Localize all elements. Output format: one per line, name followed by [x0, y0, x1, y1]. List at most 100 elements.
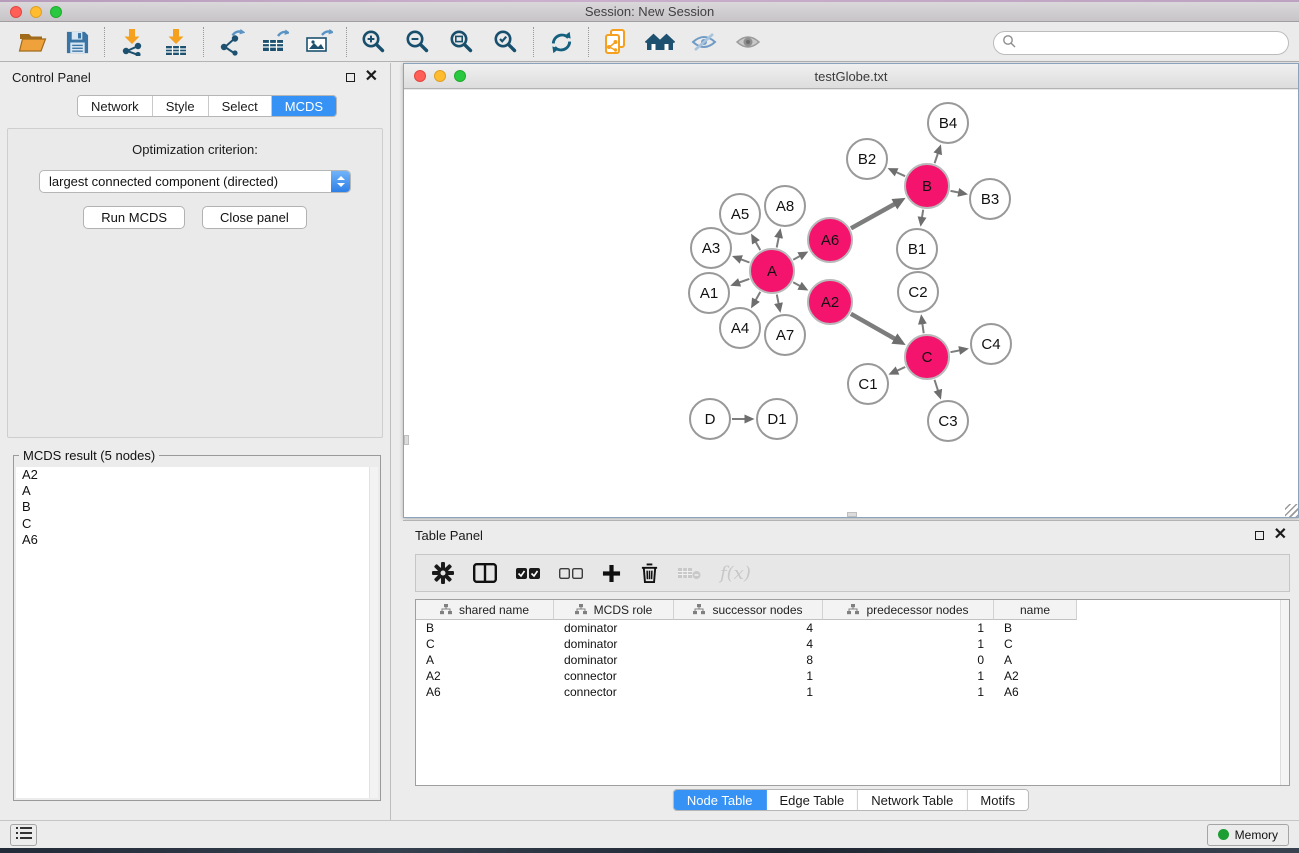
graph-node-A3[interactable]: A3 — [690, 227, 732, 269]
graph-edge[interactable] — [851, 204, 895, 228]
graph-node-A8[interactable]: A8 — [764, 185, 806, 227]
graph-node-D1[interactable]: D1 — [756, 398, 798, 440]
canvas-scroll-mark-bottom[interactable] — [847, 512, 857, 517]
hide-selected-button[interactable] — [685, 26, 723, 58]
tab-select[interactable]: Select — [209, 96, 272, 116]
close-table-panel-icon[interactable]: ✕ — [1274, 529, 1287, 541]
result-list-item[interactable]: A — [16, 483, 378, 499]
import-table-button[interactable] — [157, 26, 195, 58]
network-close-button[interactable] — [414, 70, 426, 82]
search-input[interactable] — [1021, 36, 1284, 51]
graph-edge[interactable] — [793, 282, 800, 286]
tab-edge-table[interactable]: Edge Table — [766, 790, 858, 810]
graph-node-A1[interactable]: A1 — [688, 272, 730, 314]
result-list-item[interactable]: C — [16, 516, 378, 532]
graph-node-C4[interactable]: C4 — [970, 323, 1012, 365]
graph-edge[interactable] — [793, 256, 800, 260]
deselect-all-button[interactable] — [559, 567, 583, 580]
result-list-item[interactable]: A6 — [16, 532, 378, 548]
table-row[interactable]: A2connector11A2 — [416, 668, 1289, 684]
graph-edge[interactable] — [922, 324, 923, 334]
result-list-scrollbar[interactable] — [369, 467, 378, 798]
zoom-in-button[interactable] — [355, 26, 393, 58]
zoom-fit-button[interactable] — [443, 26, 481, 58]
graph-node-A[interactable]: A — [749, 248, 795, 294]
search-box[interactable] — [993, 31, 1289, 55]
zoom-selected-button[interactable] — [487, 26, 525, 58]
refresh-button[interactable] — [542, 26, 580, 58]
minimize-window-button[interactable] — [30, 6, 42, 18]
select-all-button[interactable] — [516, 567, 540, 580]
tab-mcds[interactable]: MCDS — [272, 96, 336, 116]
graph-edge[interactable] — [935, 380, 939, 391]
tab-network[interactable]: Network — [78, 96, 153, 116]
graph-node-B2[interactable]: B2 — [846, 138, 888, 180]
table-scrollbar[interactable] — [1280, 600, 1289, 785]
graph-edge[interactable] — [741, 259, 750, 262]
new-network-from-selection-button[interactable] — [597, 26, 635, 58]
tab-style[interactable]: Style — [153, 96, 209, 116]
graph-node-C[interactable]: C — [904, 334, 950, 380]
graph-edge[interactable] — [777, 295, 779, 304]
graph-node-A5[interactable]: A5 — [719, 193, 761, 235]
column-header-shared-name[interactable]: shared name — [416, 600, 554, 620]
graph-node-A7[interactable]: A7 — [764, 314, 806, 356]
network-maximize-button[interactable] — [454, 70, 466, 82]
zoom-out-button[interactable] — [399, 26, 437, 58]
export-table-button[interactable] — [256, 26, 294, 58]
mcds-result-list[interactable]: A2ABCA6 — [16, 467, 378, 798]
export-image-button[interactable] — [300, 26, 338, 58]
graph-node-C3[interactable]: C3 — [927, 400, 969, 442]
column-header-successor-nodes[interactable]: successor nodes — [674, 600, 823, 620]
table-row[interactable]: Adominator80A — [416, 652, 1289, 668]
graph-edge[interactable] — [739, 279, 749, 283]
graph-edge[interactable] — [896, 172, 905, 176]
network-canvas[interactable]: B4B2BB3A8A5A6A3B1AC2A1A2A4A7C4CC1DD1C3 — [404, 90, 1298, 517]
import-network-button[interactable] — [113, 26, 151, 58]
tab-motifs[interactable]: Motifs — [967, 790, 1028, 810]
add-column-button[interactable] — [602, 564, 621, 583]
graph-node-B4[interactable]: B4 — [927, 102, 969, 144]
task-history-button[interactable] — [10, 824, 37, 846]
first-neighbors-button[interactable] — [641, 26, 679, 58]
graph-edge[interactable] — [756, 242, 761, 250]
split-panel-button[interactable] — [473, 563, 497, 583]
graph-node-D[interactable]: D — [689, 398, 731, 440]
network-window-titlebar[interactable]: testGlobe.txt — [404, 64, 1298, 89]
column-header-MCDS-role[interactable]: MCDS role — [554, 600, 674, 620]
table-settings-button[interactable] — [432, 562, 454, 584]
graph-node-A4[interactable]: A4 — [719, 307, 761, 349]
network-minimize-button[interactable] — [434, 70, 446, 82]
criterion-dropdown[interactable]: largest connected component (directed) — [39, 170, 351, 193]
close-panel-icon[interactable]: ✕ — [365, 71, 378, 83]
tab-network-table[interactable]: Network Table — [858, 790, 967, 810]
float-panel-icon[interactable] — [346, 73, 355, 82]
graph-edge[interactable] — [935, 153, 938, 163]
delete-column-button[interactable] — [640, 563, 659, 584]
canvas-scroll-mark-left[interactable] — [404, 435, 409, 445]
graph-node-C1[interactable]: C1 — [847, 363, 889, 405]
close-window-button[interactable] — [10, 6, 22, 18]
graph-edge[interactable] — [777, 237, 779, 247]
graph-edge[interactable] — [951, 191, 959, 193]
graph-node-B3[interactable]: B3 — [969, 178, 1011, 220]
run-mcds-button[interactable]: Run MCDS — [83, 206, 185, 229]
dropdown-stepper-icon[interactable] — [331, 170, 350, 193]
table-row[interactable]: A6connector11A6 — [416, 684, 1289, 700]
export-network-button[interactable] — [212, 26, 250, 58]
graph-edge[interactable] — [922, 210, 923, 218]
result-list-item[interactable]: A2 — [16, 467, 378, 483]
graph-node-A2[interactable]: A2 — [807, 279, 853, 325]
result-list-item[interactable]: B — [16, 499, 378, 515]
close-panel-button[interactable]: Close panel — [202, 206, 307, 229]
maximize-window-button[interactable] — [50, 6, 62, 18]
graph-node-C2[interactable]: C2 — [897, 271, 939, 313]
graph-node-B[interactable]: B — [904, 163, 950, 209]
column-header-name[interactable]: name — [994, 600, 1077, 620]
table-row[interactable]: Cdominator41C — [416, 636, 1289, 652]
float-table-panel-icon[interactable] — [1255, 531, 1264, 540]
graph-node-B1[interactable]: B1 — [896, 228, 938, 270]
window-resize-grip[interactable] — [1285, 504, 1298, 517]
graph-edge[interactable] — [756, 292, 761, 300]
save-session-button[interactable] — [58, 26, 96, 58]
